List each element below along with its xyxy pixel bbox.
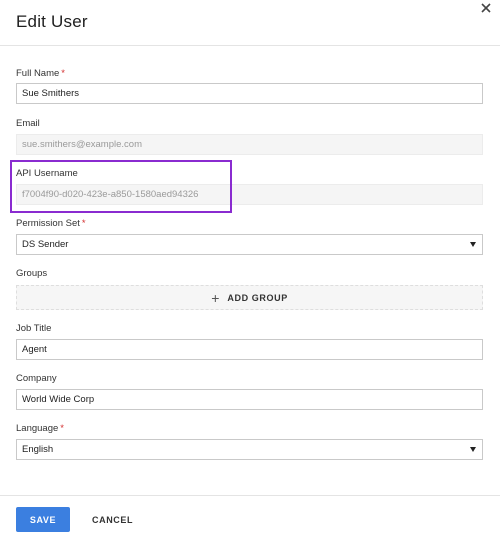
job-title-input[interactable] bbox=[16, 339, 483, 360]
language-label: Language * bbox=[16, 423, 64, 434]
email-field bbox=[16, 134, 483, 155]
full-name-label: Full Name * bbox=[16, 68, 65, 79]
plus-icon: + bbox=[211, 289, 220, 306]
job-title-label: Job Title bbox=[16, 323, 52, 334]
permission-set-value: DS Sender bbox=[22, 239, 69, 250]
permission-set-select[interactable]: DS Sender bbox=[16, 234, 483, 255]
close-icon[interactable] bbox=[478, 0, 494, 16]
caret-down-icon bbox=[470, 447, 476, 452]
full-name-input[interactable] bbox=[16, 83, 483, 104]
caret-down-icon bbox=[470, 242, 476, 247]
company-input[interactable] bbox=[16, 389, 483, 410]
add-group-button[interactable]: + ADD GROUP bbox=[16, 285, 483, 310]
language-select[interactable]: English bbox=[16, 439, 483, 460]
save-button[interactable]: SAVE bbox=[16, 507, 70, 532]
dialog-title: Edit User bbox=[16, 12, 88, 31]
required-marker: * bbox=[81, 218, 86, 229]
add-group-label: ADD GROUP bbox=[227, 292, 288, 303]
cancel-button[interactable]: CANCEL bbox=[84, 507, 141, 532]
email-label: Email bbox=[16, 118, 40, 129]
required-marker: * bbox=[60, 423, 64, 434]
permission-set-label: Permission Set * bbox=[16, 218, 86, 229]
language-value: English bbox=[22, 444, 54, 455]
groups-label: Groups bbox=[16, 268, 48, 279]
api-username-field bbox=[16, 184, 483, 205]
company-label: Company bbox=[16, 373, 57, 384]
required-marker: * bbox=[61, 68, 65, 79]
dialog-footer: SAVE CANCEL bbox=[0, 495, 500, 539]
dialog-header: Edit User bbox=[0, 0, 500, 46]
api-username-label: API Username bbox=[16, 168, 78, 179]
